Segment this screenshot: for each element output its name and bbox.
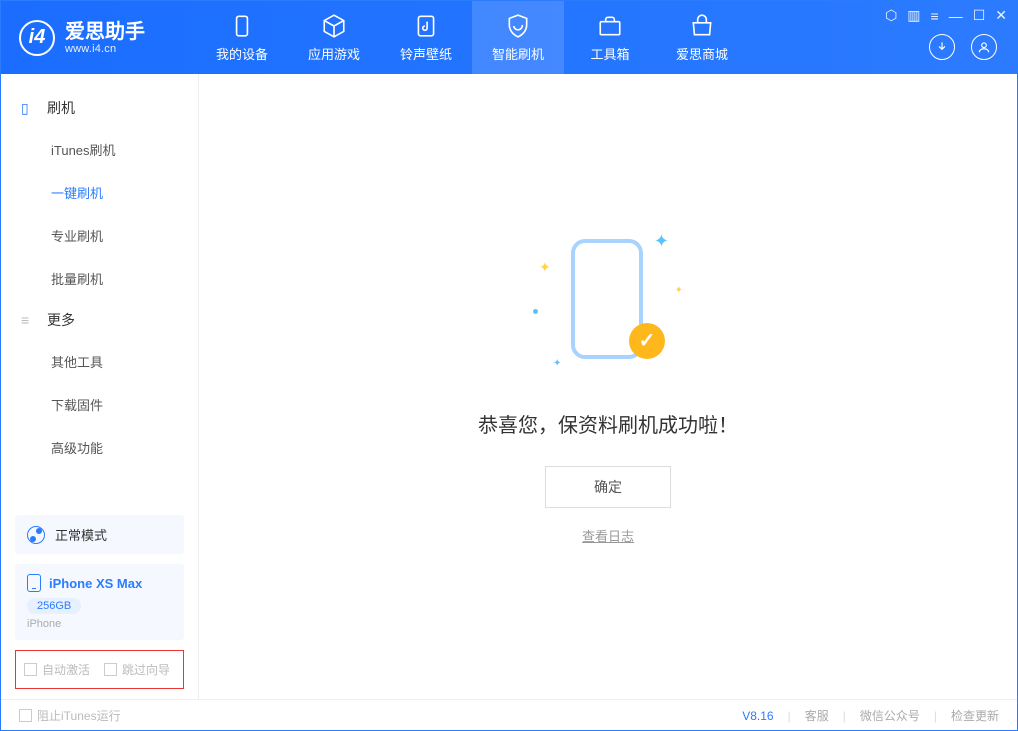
checkbox-box bbox=[24, 663, 37, 676]
view-log-link[interactable]: 查看日志 bbox=[582, 526, 634, 545]
sidebar-item-batch-flash[interactable]: 批量刷机 bbox=[1, 257, 198, 300]
dot-icon bbox=[533, 309, 538, 314]
logo[interactable]: i4 爱思助手 www.i4.cn bbox=[1, 20, 196, 56]
sparkle-icon: ✦ bbox=[654, 231, 669, 252]
header: i4 爱思助手 www.i4.cn 我的设备 应用游戏 铃声壁纸 智能刷机 工具… bbox=[1, 1, 1017, 74]
footer-link-support[interactable]: 客服 bbox=[805, 707, 829, 724]
download-icon[interactable] bbox=[929, 34, 955, 60]
cube-icon bbox=[321, 13, 347, 39]
sidebar-item-download-firmware[interactable]: 下载固件 bbox=[1, 383, 198, 426]
toolbox-icon bbox=[597, 13, 623, 39]
shirt-icon[interactable]: ⬡ bbox=[885, 7, 897, 24]
menu-icon[interactable]: ≡ bbox=[931, 8, 939, 24]
sidebar-item-oneclick-flash[interactable]: 一键刷机 bbox=[1, 171, 198, 214]
mode-icon bbox=[27, 526, 45, 544]
tab-flash[interactable]: 智能刷机 bbox=[472, 1, 564, 74]
tab-my-device[interactable]: 我的设备 bbox=[196, 1, 288, 74]
footer-link-wechat[interactable]: 微信公众号 bbox=[860, 707, 920, 724]
user-icon[interactable] bbox=[971, 34, 997, 60]
sidebar-section-flash: ▯ 刷机 bbox=[1, 88, 198, 128]
device-name: iPhone XS Max bbox=[49, 576, 142, 591]
check-badge-icon: ✓ bbox=[629, 323, 665, 359]
header-right-actions bbox=[929, 34, 997, 60]
sparkle-icon: ✦ bbox=[675, 285, 683, 296]
sparkle-icon: ✦ bbox=[539, 259, 551, 276]
sidebar-item-other-tools[interactable]: 其他工具 bbox=[1, 340, 198, 383]
tab-ringtones[interactable]: 铃声壁纸 bbox=[380, 1, 472, 74]
sidebar-section-more: ≡ 更多 bbox=[1, 300, 198, 340]
app-name: 爱思助手 bbox=[65, 21, 145, 43]
device-capacity: 256GB bbox=[27, 598, 81, 614]
menu-list-icon: ≡ bbox=[21, 312, 37, 328]
sparkle-icon: ✦ bbox=[553, 358, 561, 369]
note-icon[interactable]: ▥ bbox=[907, 7, 920, 24]
checkbox-auto-activate[interactable]: 自动激活 bbox=[24, 661, 90, 678]
checkbox-box bbox=[104, 663, 117, 676]
tab-shop[interactable]: 爱思商城 bbox=[656, 1, 748, 74]
ok-button[interactable]: 确定 bbox=[545, 466, 671, 508]
close-icon[interactable]: ✕ bbox=[995, 7, 1007, 24]
success-message: 恭喜您，保资料刷机成功啦！ bbox=[478, 409, 738, 438]
device-phone-icon bbox=[27, 574, 41, 592]
version-label: V8.16 bbox=[742, 709, 773, 723]
sidebar-item-pro-flash[interactable]: 专业刷机 bbox=[1, 214, 198, 257]
shop-icon bbox=[689, 13, 715, 39]
checkbox-row: 自动激活 跳过向导 bbox=[15, 650, 184, 689]
logo-icon: i4 bbox=[19, 20, 55, 56]
sidebar-item-advanced[interactable]: 高级功能 bbox=[1, 426, 198, 469]
shield-refresh-icon bbox=[505, 13, 531, 39]
mode-label: 正常模式 bbox=[55, 525, 107, 544]
sidebar: ▯ 刷机 iTunes刷机 一键刷机 专业刷机 批量刷机 ≡ 更多 其他工具 下… bbox=[1, 74, 199, 699]
main-content: ✦ ✦ ✦ ✦ ✓ 恭喜您，保资料刷机成功啦！ 确定 查看日志 bbox=[199, 74, 1017, 699]
checkbox-box bbox=[19, 709, 32, 722]
tab-toolbox[interactable]: 工具箱 bbox=[564, 1, 656, 74]
device-type: iPhone bbox=[27, 618, 172, 630]
success-illustration: ✦ ✦ ✦ ✦ ✓ bbox=[533, 229, 683, 379]
footer: 阻止iTunes运行 V8.16 | 客服 | 微信公众号 | 检查更新 bbox=[1, 699, 1017, 731]
footer-link-update[interactable]: 检查更新 bbox=[951, 707, 999, 724]
phone-icon: ▯ bbox=[21, 100, 37, 117]
mode-box[interactable]: 正常模式 bbox=[15, 515, 184, 554]
minimize-icon[interactable]: — bbox=[949, 8, 963, 24]
maximize-icon[interactable]: ☐ bbox=[973, 7, 986, 24]
checkbox-block-itunes[interactable]: 阻止iTunes运行 bbox=[19, 707, 121, 724]
app-url: www.i4.cn bbox=[65, 43, 145, 55]
nav-tabs: 我的设备 应用游戏 铃声壁纸 智能刷机 工具箱 爱思商城 bbox=[196, 1, 748, 74]
tab-apps-games[interactable]: 应用游戏 bbox=[288, 1, 380, 74]
device-box[interactable]: iPhone XS Max 256GB iPhone bbox=[15, 564, 184, 640]
window-controls: ⬡ ▥ ≡ — ☐ ✕ bbox=[885, 7, 1007, 24]
music-file-icon bbox=[413, 13, 439, 39]
checkbox-skip-wizard[interactable]: 跳过向导 bbox=[104, 661, 170, 678]
device-icon bbox=[229, 13, 255, 39]
sidebar-item-itunes-flash[interactable]: iTunes刷机 bbox=[1, 128, 198, 171]
